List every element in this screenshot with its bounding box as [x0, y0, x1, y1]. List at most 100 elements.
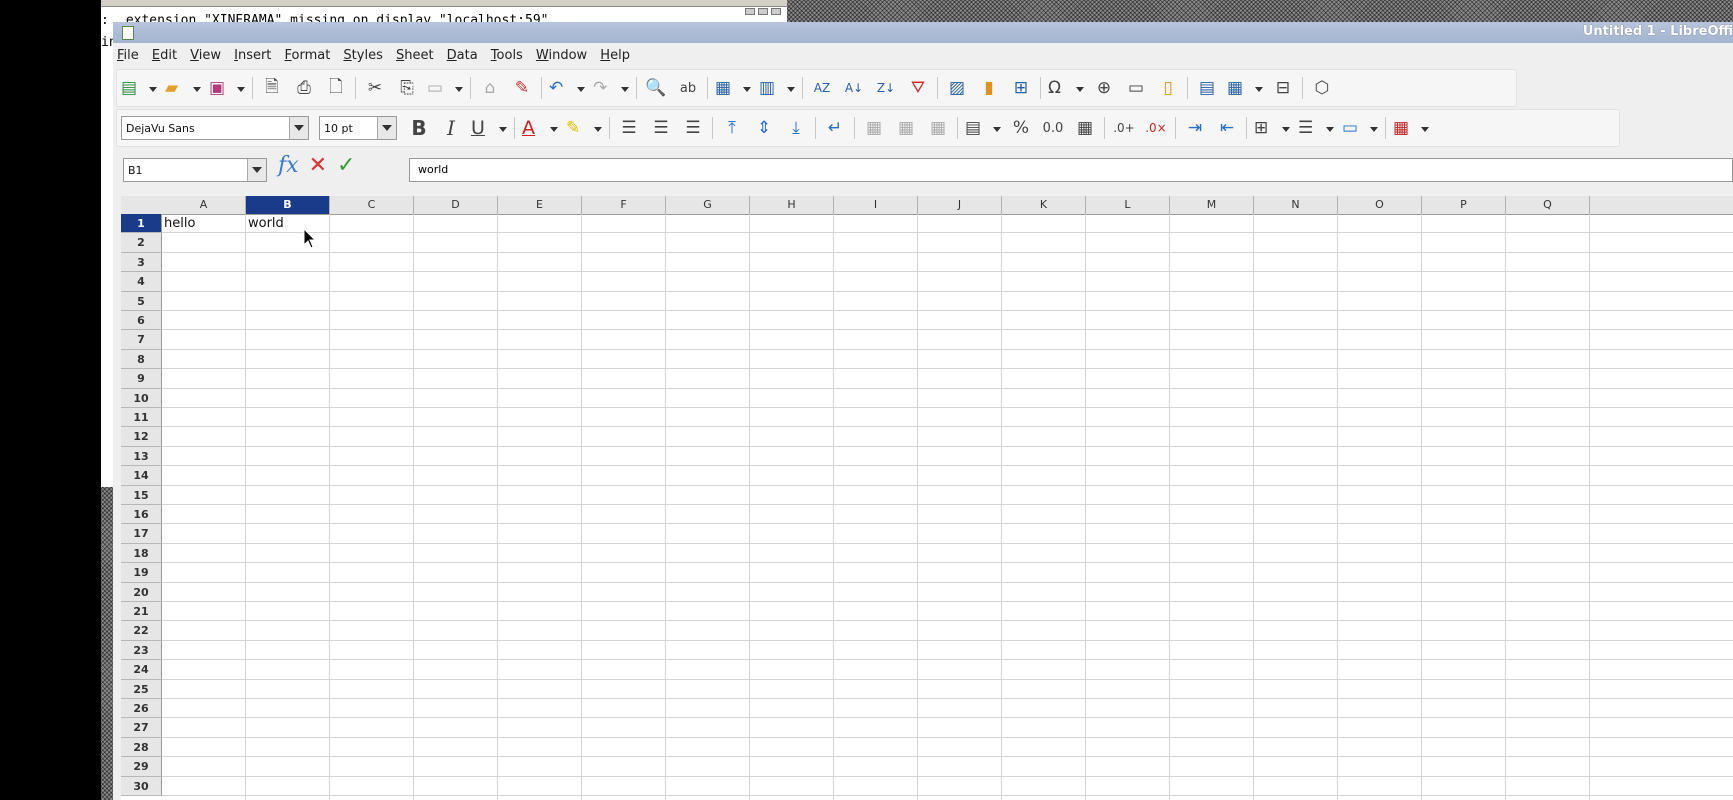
- spelling-icon[interactable]: ab: [676, 76, 700, 100]
- percent-format-icon[interactable]: %: [1009, 116, 1033, 140]
- chart-icon[interactable]: ▮: [977, 76, 1001, 100]
- image-icon[interactable]: ▨: [945, 76, 969, 100]
- row-header-20[interactable]: 20: [121, 582, 162, 602]
- find-replace-icon[interactable]: 🔍: [644, 76, 668, 100]
- row-header-1[interactable]: 1: [121, 214, 162, 234]
- row-header-18[interactable]: 18: [121, 543, 162, 564]
- italic-button[interactable]: I: [439, 116, 463, 140]
- font-name-combo[interactable]: DejaVu Sans: [121, 116, 309, 140]
- row-header-13[interactable]: 13: [121, 446, 162, 467]
- number-format-icon[interactable]: 0.0: [1041, 116, 1065, 140]
- row-header-6[interactable]: 6: [121, 311, 162, 331]
- align-left-icon[interactable]: ☰: [617, 116, 641, 140]
- menu-data[interactable]: Data: [443, 45, 482, 64]
- row-header-28[interactable]: 28: [121, 737, 162, 758]
- row-header-27[interactable]: 27: [121, 718, 162, 738]
- menu-edit[interactable]: Edit: [148, 45, 181, 64]
- column-header-c[interactable]: C: [330, 196, 414, 214]
- row-header-5[interactable]: 5: [121, 291, 162, 311]
- menu-help[interactable]: Help: [596, 45, 634, 64]
- redo-icon[interactable]: ↷: [593, 76, 629, 100]
- column-header-e[interactable]: E: [498, 196, 582, 214]
- unmerge-cells-icon[interactable]: ▦: [926, 116, 950, 140]
- freeze-icon[interactable]: ▦: [1227, 76, 1263, 100]
- menu-insert[interactable]: Insert: [230, 45, 275, 64]
- column-header-g[interactable]: G: [666, 196, 750, 214]
- chevron-down-icon[interactable]: [377, 117, 396, 139]
- print-preview-icon[interactable]: 🗋: [324, 76, 348, 100]
- merge-cells-icon[interactable]: ▦: [894, 116, 918, 140]
- window-title-bar[interactable]: Untitled 1 - LibreOffi: [113, 22, 1733, 43]
- menu-view[interactable]: View: [186, 45, 225, 64]
- clear-formatting-icon[interactable]: ✎: [510, 76, 534, 100]
- accept-icon[interactable]: ✓: [337, 153, 355, 178]
- column-header-a[interactable]: A: [162, 196, 246, 214]
- formula-input[interactable]: world: [409, 158, 1733, 182]
- highlight-color-icon[interactable]: ✎: [566, 116, 602, 140]
- column-header-j[interactable]: J: [918, 196, 1002, 214]
- name-box[interactable]: B1: [123, 158, 267, 182]
- define-print-area-icon[interactable]: ▤: [1195, 76, 1219, 100]
- comment-icon[interactable]: ▭: [1124, 76, 1148, 100]
- row-header-15[interactable]: 15: [121, 485, 162, 505]
- save-icon[interactable]: ▣: [209, 76, 245, 100]
- row-header-25[interactable]: 25: [121, 679, 162, 699]
- chevron-down-icon[interactable]: [247, 159, 266, 181]
- column-header-k[interactable]: K: [1002, 196, 1086, 214]
- bold-button[interactable]: B: [407, 116, 431, 140]
- align-center-icon[interactable]: ☰: [649, 116, 673, 140]
- row-header-21[interactable]: 21: [121, 602, 162, 622]
- add-decimal-icon[interactable]: .0+: [1112, 116, 1136, 140]
- currency-format-icon[interactable]: ▤: [965, 116, 1001, 140]
- font-color-icon[interactable]: A: [522, 116, 558, 140]
- print-icon[interactable]: ⎙: [292, 76, 316, 100]
- row-header-29[interactable]: 29: [121, 757, 162, 777]
- column-header-b[interactable]: B: [246, 196, 330, 214]
- menu-tools[interactable]: Tools: [487, 45, 527, 64]
- show-draw-functions-icon[interactable]: ⬡: [1310, 76, 1334, 100]
- row-header-11[interactable]: 11: [121, 408, 162, 428]
- cancel-icon[interactable]: ✕: [309, 153, 327, 178]
- row-header-30[interactable]: 30: [121, 776, 162, 796]
- decrease-indent-icon[interactable]: ⇤: [1215, 116, 1239, 140]
- column-header-o[interactable]: O: [1338, 196, 1422, 214]
- menu-format[interactable]: Format: [281, 45, 335, 64]
- align-bottom-icon[interactable]: ⤓: [784, 116, 808, 140]
- border-color-icon[interactable]: ▭: [1342, 116, 1378, 140]
- row-header-17[interactable]: 17: [121, 524, 162, 544]
- increase-indent-icon[interactable]: ⇥: [1183, 116, 1207, 140]
- align-right-icon[interactable]: ☰: [681, 116, 705, 140]
- paste-icon[interactable]: ▭: [427, 76, 463, 100]
- borders-icon[interactable]: ⊞: [1254, 116, 1290, 140]
- delete-decimal-icon[interactable]: .0×: [1144, 116, 1168, 140]
- row-header-19[interactable]: 19: [121, 563, 162, 583]
- hyperlink-icon[interactable]: ⊕: [1092, 76, 1116, 100]
- pivot-table-icon[interactable]: ⊞: [1009, 76, 1033, 100]
- date-format-icon[interactable]: ▦: [1073, 116, 1097, 140]
- export-pdf-icon[interactable]: 🗎: [260, 76, 284, 100]
- column-header-l[interactable]: L: [1086, 196, 1170, 214]
- row-header-3[interactable]: 3: [121, 252, 162, 273]
- chevron-down-icon[interactable]: [289, 117, 308, 139]
- column-header-h[interactable]: H: [750, 196, 834, 214]
- function-wizard-icon[interactable]: fx: [278, 153, 299, 178]
- column-header-n[interactable]: N: [1254, 196, 1338, 214]
- menu-styles[interactable]: Styles: [339, 45, 386, 64]
- column-header-i[interactable]: I: [834, 196, 918, 214]
- row-header-10[interactable]: 10: [121, 388, 162, 408]
- wrap-text-icon[interactable]: ↵: [823, 116, 847, 140]
- autofilter-icon[interactable]: ⛛: [906, 76, 930, 100]
- menu-sheet[interactable]: Sheet: [392, 45, 438, 64]
- split-window-icon[interactable]: ⊟: [1271, 76, 1295, 100]
- row-header-9[interactable]: 9: [121, 369, 162, 389]
- undo-icon[interactable]: ↶: [549, 76, 585, 100]
- special-character-icon[interactable]: Ω: [1048, 76, 1084, 100]
- row-icon[interactable]: ▦: [715, 76, 751, 100]
- column-header-q[interactable]: Q: [1506, 196, 1590, 214]
- menu-file[interactable]: File: [113, 45, 143, 64]
- spreadsheet-grid[interactable]: ABCDEFGHIJKLMNOPQ 1 2 3 4 5 6 7 8 9 10 11 12 13 14 15 1…: [121, 196, 1733, 800]
- row-header-16[interactable]: 16: [121, 505, 162, 525]
- conditional-format-icon[interactable]: ▦: [1393, 116, 1429, 140]
- row-header-23[interactable]: 23: [121, 640, 162, 661]
- border-style-icon[interactable]: ☰: [1298, 116, 1334, 140]
